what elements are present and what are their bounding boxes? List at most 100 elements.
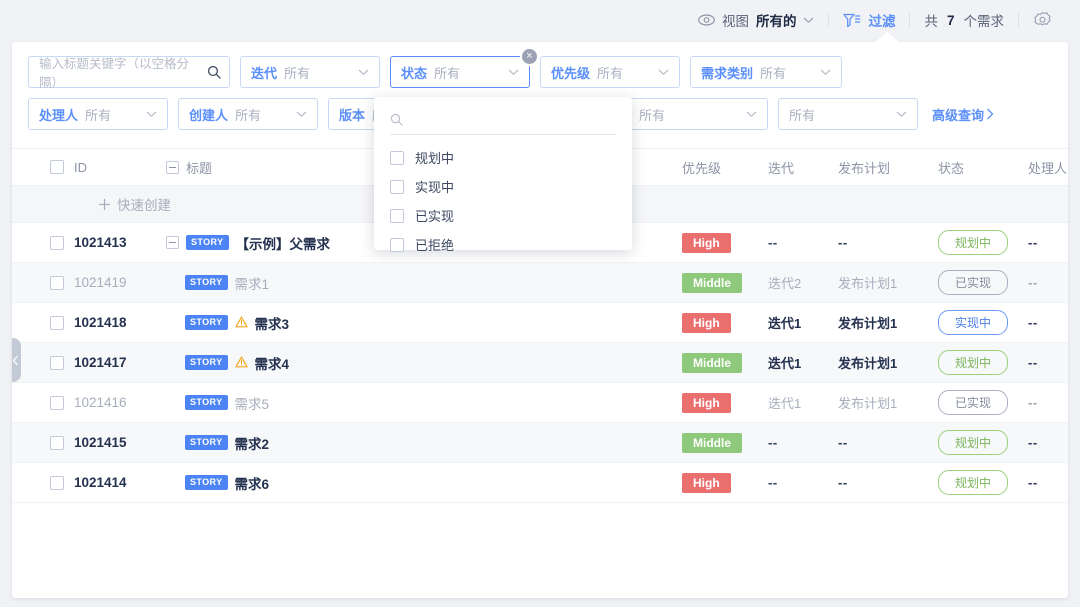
row-select-cell[interactable] [12, 475, 64, 490]
row-select-cell[interactable] [12, 435, 64, 450]
row-title[interactable]: 需求6 [235, 473, 270, 493]
table-row[interactable]: 1021416 STORY 需求5 High 迭代1 发布计划1 已实现 -- [12, 383, 1068, 423]
filter-status[interactable]: 状态 所有 × [390, 47, 539, 88]
table-row[interactable]: 1021418 STORY 需求3 High 迭代1 发布计划1 实现中 -- [12, 303, 1068, 343]
dropdown-option-in-progress[interactable]: 实现中 [390, 172, 616, 201]
filter-value: 所有 [85, 107, 112, 123]
search-input[interactable]: 输入标题关键字（以空格分隔） [28, 56, 230, 90]
row-iteration-cell: -- [768, 474, 838, 492]
collapse-icon[interactable] [166, 236, 179, 249]
row-id-cell: 1021413 [64, 234, 152, 252]
row-checkbox[interactable] [50, 435, 64, 450]
checkbox-icon[interactable] [390, 237, 404, 252]
header-id[interactable]: ID [64, 160, 152, 175]
row-select-cell[interactable] [12, 235, 64, 250]
filter-requirement-type[interactable]: 需求类别 所有 [690, 56, 842, 88]
advanced-query-link[interactable]: 高级查询 [932, 105, 994, 124]
row-title-cell[interactable]: STORY 需求2 [152, 433, 682, 453]
table-row[interactable]: 1021414 STORY 需求6 High -- -- 规划中 -- [12, 463, 1068, 503]
header-plan[interactable]: 发布计划 [838, 158, 938, 177]
dropdown-option-done[interactable]: 已实现 [390, 201, 616, 230]
count-number: 7 [946, 12, 955, 28]
row-id-cell: 1021416 [64, 394, 152, 412]
priority-badge: High [682, 232, 731, 253]
status-badge: 规划中 [938, 350, 1008, 375]
row-iteration: 迭代1 [768, 315, 802, 331]
sidebar-collapse-handle[interactable] [12, 338, 21, 382]
record-count: 共 7 个需求 [910, 0, 1018, 40]
checkbox-icon[interactable] [390, 150, 404, 165]
row-priority-cell: Middle [682, 352, 768, 373]
row-plan: 发布计划1 [838, 275, 898, 291]
filter-extra-2[interactable]: 所有 [628, 98, 768, 130]
row-priority-cell: High [682, 392, 768, 413]
row-plan-cell: -- [838, 234, 938, 252]
filter-value: 所有 [760, 65, 787, 81]
type-badge: STORY [186, 235, 229, 250]
checkbox-icon[interactable] [390, 179, 404, 194]
header-iteration[interactable]: 迭代 [768, 158, 838, 177]
row-title[interactable]: 需求5 [235, 393, 270, 413]
status-badge: 已实现 [938, 390, 1008, 415]
row-select-cell[interactable] [12, 275, 64, 290]
search-icon[interactable] [207, 65, 221, 79]
row-id: 1021416 [74, 394, 127, 410]
table-row[interactable]: 1021417 STORY 需求4 Middle 迭代1 发布计划1 规划中 -… [12, 343, 1068, 383]
row-title-cell[interactable]: STORY 需求1 [152, 273, 682, 293]
select-all-cell[interactable] [12, 160, 64, 174]
row-iteration-cell: 迭代2 [768, 273, 838, 293]
row-priority-cell: Middle [682, 272, 768, 293]
row-checkbox[interactable] [50, 235, 64, 250]
filter-assignee[interactable]: 处理人 所有 [28, 98, 168, 130]
header-status[interactable]: 状态 [938, 158, 1028, 177]
table-row[interactable]: 1021415 STORY 需求2 Middle -- -- 规划中 -- [12, 423, 1068, 463]
filter-name: 需求类别 [701, 65, 754, 81]
checkbox-icon[interactable] [390, 208, 404, 223]
row-title-cell[interactable]: STORY 需求5 [152, 393, 682, 413]
row-select-cell[interactable] [12, 315, 64, 330]
header-priority[interactable]: 优先级 [682, 158, 768, 177]
status-badge: 规划中 [938, 230, 1008, 255]
priority-badge: Middle [682, 432, 742, 453]
dropdown-search-input[interactable] [390, 107, 616, 135]
clear-filter-button[interactable]: × [520, 47, 539, 66]
collapse-all-icon[interactable] [166, 160, 179, 174]
row-title[interactable]: 需求3 [255, 313, 290, 333]
chevron-down-icon [296, 109, 307, 120]
row-checkbox[interactable] [50, 475, 64, 490]
row-title[interactable]: 需求2 [235, 433, 270, 453]
row-checkbox[interactable] [50, 315, 64, 330]
row-title-cell[interactable]: STORY 需求3 [152, 313, 682, 333]
filter-bar: 输入标题关键字（以空格分隔） 迭代 所有 状态 所有 × 优先级 所有 需求类别… [12, 42, 1068, 253]
table-row[interactable]: 1021419 STORY 需求1 Middle 迭代2 发布计划1 已实现 -… [12, 263, 1068, 303]
row-title-cell[interactable]: STORY 需求4 [152, 353, 682, 373]
filter-iteration[interactable]: 迭代 所有 [240, 56, 380, 88]
row-owner-cell: -- [1028, 474, 1068, 492]
row-title-cell[interactable]: STORY 需求6 [152, 473, 682, 493]
row-iteration-cell: 迭代1 [768, 353, 838, 373]
row-id: 1021417 [74, 354, 127, 370]
filter-creator[interactable]: 创建人 所有 [178, 98, 318, 130]
dropdown-option-rejected[interactable]: 已拒绝 [390, 230, 616, 259]
row-checkbox[interactable] [50, 395, 64, 410]
priority-badge: Middle [682, 352, 742, 373]
filter-extra-3[interactable]: 所有 [778, 98, 918, 130]
dropdown-option-planning[interactable]: 规划中 [390, 143, 616, 172]
row-plan-cell: 发布计划1 [838, 273, 938, 293]
chevron-down-icon [146, 109, 157, 120]
filter-name: 创建人 [189, 107, 229, 123]
row-title[interactable]: 【示例】父需求 [236, 233, 331, 253]
select-all-checkbox[interactable] [50, 160, 64, 174]
view-selector[interactable]: 视图 所有的 [684, 0, 829, 40]
row-iteration-cell: 迭代1 [768, 313, 838, 333]
filter-priority[interactable]: 优先级 所有 [540, 56, 680, 88]
header-title[interactable]: 标题 [186, 158, 212, 177]
row-checkbox[interactable] [50, 355, 64, 370]
row-title[interactable]: 需求1 [235, 273, 270, 293]
settings-button[interactable] [1019, 0, 1066, 40]
header-owner[interactable]: 处理人 [1028, 158, 1068, 177]
row-select-cell[interactable] [12, 395, 64, 410]
row-checkbox[interactable] [50, 275, 64, 290]
row-title[interactable]: 需求4 [255, 353, 290, 373]
filter-name: 优先级 [551, 65, 591, 81]
